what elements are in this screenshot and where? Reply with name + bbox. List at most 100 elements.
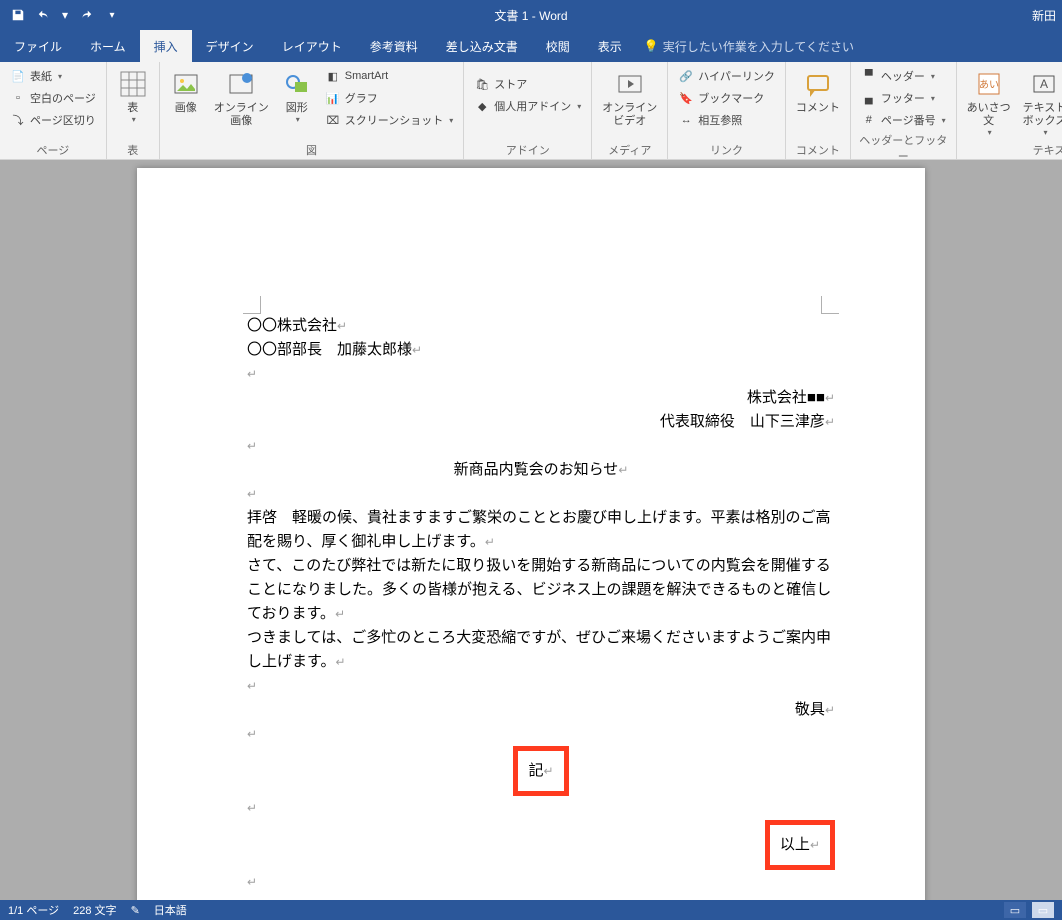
- tab-insert[interactable]: 挿入: [140, 30, 192, 62]
- group-tables: 表 表: [107, 62, 160, 159]
- svg-text:あい: あい: [979, 79, 999, 91]
- group-illustrations: 画像 オンライン 画像 図形 ◧SmartArt 📊グラフ ⌧スクリーンショット…: [160, 62, 464, 159]
- group-text: あい あいさつ 文 A テキスト ボックス ▤ A A≡ ✎ 📅 ▭ テキスト: [957, 62, 1062, 159]
- my-addins-button[interactable]: ◆個人用アドイン: [470, 96, 585, 116]
- table-button[interactable]: 表: [113, 66, 153, 126]
- online-pictures-button[interactable]: オンライン 画像: [210, 66, 273, 130]
- doc-line-recipient-company[interactable]: 〇〇株式会社↵: [247, 314, 835, 338]
- lightbulb-icon: 💡: [644, 39, 659, 53]
- read-mode-button[interactable]: ▭: [1004, 902, 1026, 918]
- doc-empty-line[interactable]: ↵: [247, 796, 835, 820]
- group-pages-label: ページ: [6, 140, 100, 159]
- doc-title[interactable]: 新商品内覧会のお知らせ↵: [247, 458, 835, 482]
- title-bar: ▾ ▾ 文書 1 - Word 新田: [0, 0, 1062, 30]
- tell-me-search[interactable]: 💡 実行したい作業を入力してください: [644, 30, 854, 62]
- doc-ki[interactable]: 記↵: [247, 746, 835, 796]
- group-links: 🔗ハイパーリンク 🔖ブックマーク ↔相互参照 リンク: [668, 62, 786, 159]
- page-break-icon: ⤵: [10, 112, 26, 128]
- tab-review[interactable]: 校閲: [532, 30, 584, 62]
- group-headerfooter-label: ヘッダーとフッター: [857, 130, 950, 165]
- doc-keigu[interactable]: 敬具↵: [247, 698, 835, 722]
- doc-empty-line[interactable]: ↵: [247, 362, 835, 386]
- doc-empty-line[interactable]: ↵: [247, 674, 835, 698]
- greeting-button[interactable]: あい あいさつ 文: [963, 66, 1015, 139]
- save-button[interactable]: [6, 3, 30, 27]
- doc-line-sender-name[interactable]: 代表取締役 山下三津彦↵: [247, 410, 835, 434]
- chart-button[interactable]: 📊グラフ: [321, 88, 457, 108]
- blank-page-button[interactable]: ▫空白のページ: [6, 88, 100, 108]
- redo-button[interactable]: [74, 3, 98, 27]
- online-video-label: オンライン ビデオ: [602, 102, 657, 128]
- group-header-footer: ▀ヘッダー ▄フッター #ページ番号 ヘッダーとフッター: [851, 62, 957, 159]
- table-icon: [117, 68, 149, 100]
- doc-paragraph-1[interactable]: 拝啓 軽暖の候、貴社ますますご繁栄のこととお慶び申し上げます。平素は格別のご高配…: [247, 506, 835, 554]
- pictures-label: 画像: [175, 102, 197, 115]
- screenshot-label: スクリーンショット: [345, 112, 443, 128]
- smartart-button[interactable]: ◧SmartArt: [321, 66, 457, 86]
- doc-line-sender-company[interactable]: 株式会社■■↵: [247, 386, 835, 410]
- page[interactable]: 〇〇株式会社↵ 〇〇部部長 加藤太郎様↵ ↵ 株式会社■■↵ 代表取締役 山下三…: [137, 168, 925, 900]
- store-label: ストア: [494, 76, 527, 92]
- print-layout-button[interactable]: ▭: [1032, 902, 1054, 918]
- textbox-label: テキスト ボックス: [1023, 102, 1062, 128]
- greeting-icon: あい: [973, 68, 1005, 100]
- blank-page-label: 空白のページ: [30, 90, 96, 106]
- shapes-button[interactable]: 図形: [277, 66, 317, 126]
- screenshot-button[interactable]: ⌧スクリーンショット: [321, 110, 457, 130]
- qat-customize[interactable]: ▾: [100, 3, 124, 27]
- bookmark-button[interactable]: 🔖ブックマーク: [674, 88, 779, 108]
- tab-layout[interactable]: レイアウト: [268, 30, 356, 62]
- status-page[interactable]: 1/1 ページ: [8, 902, 59, 918]
- margin-corner-tr: [821, 296, 839, 314]
- shapes-icon: [281, 68, 313, 100]
- online-video-button[interactable]: オンライン ビデオ: [598, 66, 661, 130]
- doc-empty-line[interactable]: ↵: [247, 722, 835, 746]
- page-break-button[interactable]: ⤵ページ区切り: [6, 110, 100, 130]
- greeting-label: あいさつ 文: [967, 102, 1011, 128]
- status-proofing-icon[interactable]: ✎: [131, 904, 140, 917]
- cross-reference-button[interactable]: ↔相互参照: [674, 110, 779, 130]
- hyperlink-button[interactable]: 🔗ハイパーリンク: [674, 66, 779, 86]
- group-tables-label: 表: [113, 140, 153, 159]
- textbox-button[interactable]: A テキスト ボックス: [1019, 66, 1062, 139]
- status-bar: 1/1 ページ 228 文字 ✎ 日本語 ▭ ▭: [0, 900, 1062, 920]
- online-pictures-icon: [225, 68, 257, 100]
- pictures-button[interactable]: 画像: [166, 66, 206, 117]
- undo-dropdown[interactable]: ▾: [58, 3, 72, 27]
- tab-mailings[interactable]: 差し込み文書: [432, 30, 532, 62]
- shapes-label: 図形: [286, 102, 308, 115]
- doc-paragraph-3[interactable]: つきましては、ご多忙のところ大変恐縮ですが、ぜひご来場くださいますようご案内申し…: [247, 626, 835, 674]
- document-area[interactable]: 〇〇株式会社↵ 〇〇部部長 加藤太郎様↵ ↵ 株式会社■■↵ 代表取締役 山下三…: [0, 160, 1062, 900]
- tab-view[interactable]: 表示: [584, 30, 636, 62]
- page-number-button[interactable]: #ページ番号: [857, 110, 950, 130]
- tab-references[interactable]: 参考資料: [356, 30, 432, 62]
- doc-empty-line[interactable]: ↵: [247, 870, 835, 894]
- footer-button[interactable]: ▄フッター: [857, 88, 950, 108]
- crossref-label: 相互参照: [698, 112, 742, 128]
- tab-design[interactable]: デザイン: [192, 30, 268, 62]
- doc-paragraph-2[interactable]: さて、このたび弊社では新たに取り扱いを開始する新商品についての内覧会を開催するこ…: [247, 554, 835, 626]
- undo-button[interactable]: [32, 3, 56, 27]
- footer-label: フッター: [881, 90, 925, 106]
- store-button[interactable]: 🛍ストア: [470, 74, 585, 94]
- group-addins: 🛍ストア ◆個人用アドイン アドイン: [464, 62, 592, 159]
- doc-empty-line[interactable]: ↵: [247, 482, 835, 506]
- header-button[interactable]: ▀ヘッダー: [857, 66, 950, 86]
- status-word-count[interactable]: 228 文字: [73, 902, 116, 918]
- undo-icon: [37, 8, 51, 22]
- tab-home[interactable]: ホーム: [76, 30, 140, 62]
- online-pictures-label: オンライン 画像: [214, 102, 269, 128]
- status-language[interactable]: 日本語: [154, 902, 187, 918]
- redo-icon: [79, 8, 93, 22]
- doc-empty-line[interactable]: ↵: [247, 434, 835, 458]
- blank-page-icon: ▫: [10, 90, 26, 106]
- svg-text:A: A: [1040, 77, 1048, 91]
- doc-line-recipient-name[interactable]: 〇〇部部長 加藤太郎様↵: [247, 338, 835, 362]
- comment-button[interactable]: コメント: [792, 66, 844, 117]
- doc-ijo[interactable]: 以上↵: [247, 820, 835, 870]
- tab-file[interactable]: ファイル: [0, 30, 76, 62]
- hyperlink-label: ハイパーリンク: [698, 68, 775, 84]
- group-text-label: テキスト: [963, 140, 1062, 159]
- cover-page-button[interactable]: 📄表紙: [6, 66, 100, 86]
- cover-page-label: 表紙: [30, 68, 52, 84]
